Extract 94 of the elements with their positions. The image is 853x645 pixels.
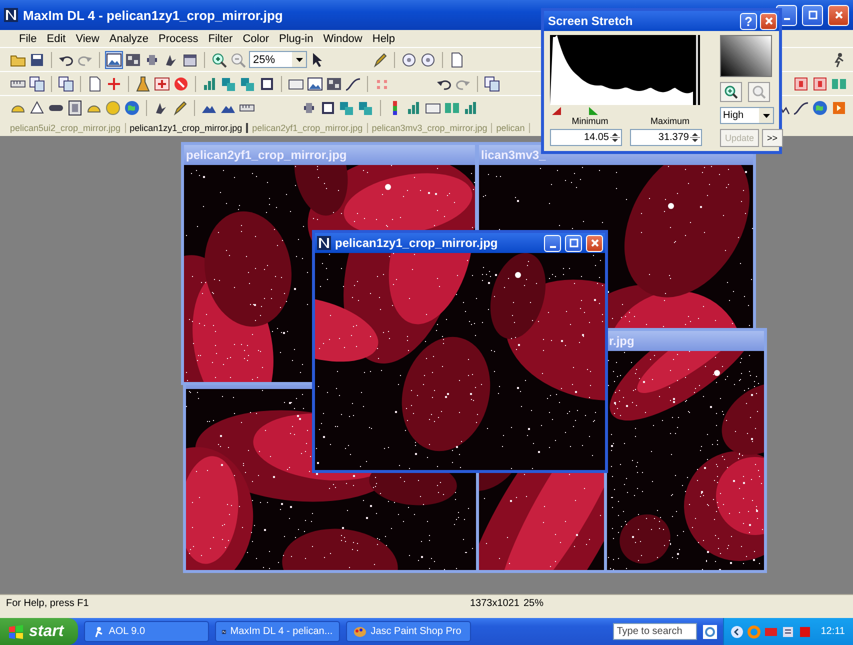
close-icon xyxy=(762,15,774,27)
taskbar-button[interactable]: Jasc Paint Shop Pro xyxy=(346,621,471,642)
window-title: lican3mv3_ xyxy=(481,148,546,162)
window-icon[interactable] xyxy=(182,52,198,68)
image-size: 1373x1021 xyxy=(469,598,520,609)
caret-icon xyxy=(296,58,302,62)
menu-item[interactable]: File xyxy=(14,32,42,44)
window-title: MaxIm DL 4 - pelican1zy1_crop_mirror.jpg xyxy=(23,8,283,22)
documents-icon[interactable] xyxy=(484,76,500,92)
menu-item[interactable]: Filter xyxy=(203,32,238,44)
preview-swatch xyxy=(720,35,772,77)
search-field[interactable]: Type to search xyxy=(612,623,697,640)
zoom-level: 25% xyxy=(522,598,544,609)
globe-icon[interactable] xyxy=(812,100,828,116)
plus-icon[interactable] xyxy=(106,76,122,92)
start-button[interactable]: start xyxy=(0,618,78,645)
taskbar-button[interactable]: MaxIm DL 4 - pelican... xyxy=(214,621,340,642)
globe-icon[interactable] xyxy=(124,100,140,116)
zoom-out-icon xyxy=(752,85,766,99)
page-icon[interactable] xyxy=(87,76,103,92)
zoom-dropdown[interactable]: 25% xyxy=(249,51,307,68)
bar-chart-icon[interactable] xyxy=(406,100,422,116)
window-title: pelican1zy1_crop_mirror.jpg xyxy=(335,236,498,250)
window-title: pelican2yf1_crop_mirror.jpg xyxy=(186,148,347,162)
zoom-in-icon xyxy=(724,85,738,99)
app-logo-icon xyxy=(4,8,18,22)
image-icon[interactable] xyxy=(307,76,323,92)
blocks-icon[interactable] xyxy=(358,100,374,116)
status-text: For Help, press F1 xyxy=(5,598,90,609)
dialog-title: Screen Stretch xyxy=(548,14,633,28)
square-icon[interactable] xyxy=(259,76,275,92)
minimize-icon xyxy=(784,18,790,20)
app-logo-icon xyxy=(317,236,331,250)
documents-icon[interactable] xyxy=(58,76,74,92)
documents-icon[interactable] xyxy=(29,76,45,92)
page-icon[interactable] xyxy=(449,52,465,68)
image-icon[interactable] xyxy=(106,52,122,68)
minimum-field[interactable]: 14.05 xyxy=(550,128,622,146)
maximum-field[interactable]: 31.379 xyxy=(630,128,702,146)
close-button[interactable] xyxy=(828,4,849,26)
bar-chart-icon[interactable] xyxy=(463,100,479,116)
back-icon[interactable] xyxy=(730,624,744,638)
close-icon xyxy=(832,9,844,21)
maximize-icon xyxy=(806,9,818,21)
list-icon[interactable] xyxy=(780,624,795,638)
menu-item[interactable]: Plug-in xyxy=(274,32,318,44)
play-icon[interactable] xyxy=(831,100,847,116)
grid-icon[interactable] xyxy=(326,76,342,92)
maximum-label: Maximum xyxy=(649,116,690,126)
save-icon[interactable] xyxy=(29,52,45,68)
framed-square-icon[interactable] xyxy=(793,76,809,92)
square-icon[interactable] xyxy=(320,100,336,116)
windows-flag-icon xyxy=(8,624,24,638)
cross-box-icon[interactable] xyxy=(154,76,170,92)
zoom-in-button[interactable] xyxy=(720,82,742,102)
maximize-button[interactable] xyxy=(802,4,823,26)
clock: 12:11 xyxy=(820,626,845,637)
film-icon[interactable] xyxy=(67,100,83,116)
menu-item[interactable]: Process xyxy=(154,32,204,44)
taskbar-button[interactable]: AOL 9.0 xyxy=(84,621,209,642)
framed-square-icon[interactable] xyxy=(812,76,828,92)
menu-item[interactable]: Help xyxy=(367,32,400,44)
menu-item[interactable]: Window xyxy=(318,32,368,44)
zoom-in-icon[interactable] xyxy=(211,52,227,68)
pencil-icon[interactable] xyxy=(372,52,388,68)
minimum-label: Minimum xyxy=(570,116,610,126)
menu-item[interactable]: Edit xyxy=(42,32,71,44)
stop-icon[interactable] xyxy=(173,76,189,92)
search-icon[interactable] xyxy=(702,624,717,638)
caret-icon xyxy=(762,114,770,118)
triangle-icon[interactable] xyxy=(29,100,45,116)
circle-icon[interactable] xyxy=(105,100,121,116)
minimum-handle[interactable] xyxy=(552,107,561,116)
curve-icon[interactable] xyxy=(345,76,361,92)
blocks-icon[interactable] xyxy=(221,76,237,92)
menu-item[interactable]: View xyxy=(70,32,104,44)
spinner-icon[interactable] xyxy=(690,130,700,144)
help-button[interactable]: ? xyxy=(740,12,757,30)
flask-icon[interactable] xyxy=(135,76,151,92)
maximum-handle[interactable] xyxy=(589,107,598,116)
grid-icon[interactable] xyxy=(125,52,141,68)
pencil-icon[interactable] xyxy=(172,100,188,116)
menu-item[interactable]: Color xyxy=(238,32,274,44)
disc-icon[interactable] xyxy=(401,52,417,68)
curve-icon[interactable] xyxy=(793,100,809,116)
close-button[interactable] xyxy=(760,12,777,30)
disc-icon[interactable] xyxy=(420,52,436,68)
bar-chart-icon[interactable] xyxy=(202,76,218,92)
document-tab[interactable]: pelican1zy1_crop_mirror.jpg xyxy=(126,122,248,132)
spinner-icon[interactable] xyxy=(610,130,620,144)
palette-icon xyxy=(352,626,367,638)
expand-button[interactable]: >> xyxy=(762,128,783,147)
menu-item[interactable]: Analyze xyxy=(104,32,154,44)
quality-dropdown[interactable]: High xyxy=(720,107,774,124)
